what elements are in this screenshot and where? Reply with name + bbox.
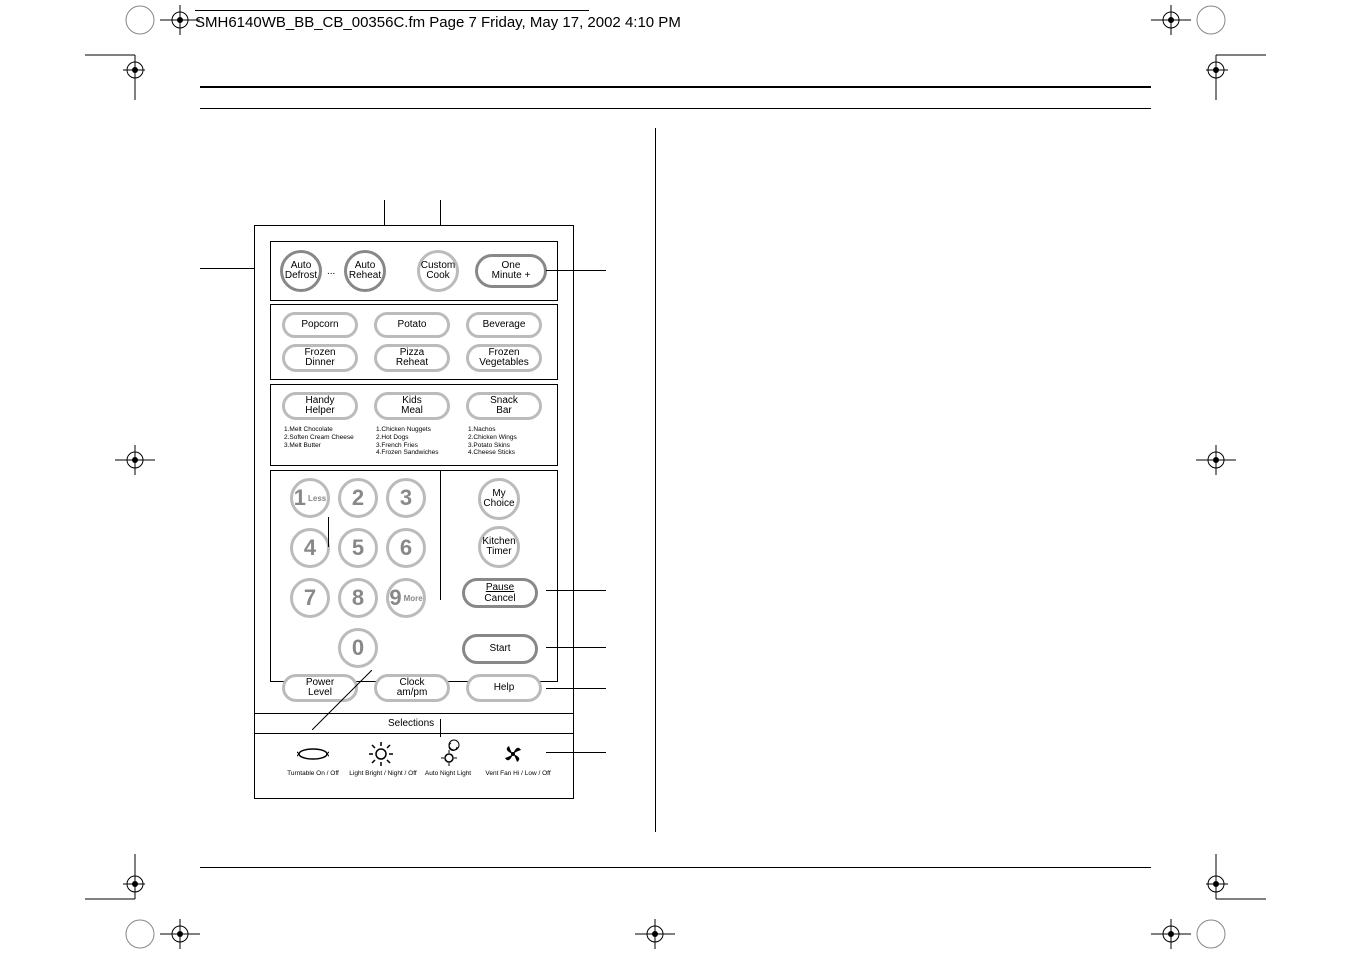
lead-1 [200, 268, 254, 269]
corner-mark-bl [85, 854, 145, 924]
key-0[interactable]: 0 [338, 628, 378, 668]
lead-v1 [328, 517, 329, 547]
clock-button[interactable]: Clockam/pm [374, 674, 450, 702]
crop-mark-br [1151, 919, 1191, 949]
frozen-dinner-button[interactable]: FrozenDinner [282, 344, 358, 372]
side-mark-r [1196, 445, 1236, 475]
auto-reheat-button[interactable]: AutoReheat [344, 250, 386, 292]
my-choice-button[interactable]: MyChoice [478, 478, 520, 520]
autonight-label: Auto Night Light [417, 770, 479, 777]
kids-meal-button[interactable]: KidsMeal [374, 392, 450, 420]
lead-3 [546, 590, 606, 591]
file-header-overline [195, 10, 589, 11]
start-button[interactable]: Start [462, 634, 538, 664]
snack-bar-button[interactable]: SnackBar [466, 392, 542, 420]
light-icon[interactable] [367, 740, 395, 768]
potato-button[interactable]: Potato [374, 312, 450, 338]
microwave-control-panel: AutoDefrost ... AutoReheat CustomCook On… [254, 225, 574, 799]
key-1[interactable]: 1Less [290, 478, 330, 518]
corner-mark-tl [85, 30, 145, 100]
lead-v4 [440, 536, 441, 596]
crop-mark-bl [160, 919, 200, 949]
auto-defrost-button[interactable]: AutoDefrost [280, 250, 322, 292]
turntable-label: Turntable On / Off [277, 770, 349, 777]
header-rule-thick [200, 86, 1151, 88]
corner-mark-br [1206, 854, 1266, 924]
turntable-icon[interactable] [297, 744, 329, 764]
lead-6 [546, 752, 606, 753]
auto-night-icon[interactable] [433, 738, 465, 768]
crop-mark-bc [635, 919, 675, 949]
file-header: SMH6140WB_BB_CB_00356C.fm Page 7 Friday,… [195, 14, 681, 31]
crop-mark-tr [1151, 5, 1191, 35]
custom-cook-button[interactable]: CustomCook [417, 250, 459, 292]
light-label: Light Bright / Night / Off [347, 770, 419, 777]
column-divider [655, 128, 656, 832]
lead-4 [546, 647, 606, 648]
footer-rule [200, 867, 1151, 868]
lead-v2 [384, 200, 385, 225]
lead-v3 [440, 200, 441, 225]
beverage-button[interactable]: Beverage [466, 312, 542, 338]
selections-label: Selections [388, 718, 434, 729]
header-rule-thin [200, 108, 1151, 109]
key-6[interactable]: 6 [386, 528, 426, 568]
key-9[interactable]: 9More [386, 578, 426, 618]
corner-mark-tr [1206, 30, 1266, 100]
crop-mark-tl [160, 5, 200, 35]
pause-cancel-button[interactable]: PauseCancel [462, 578, 538, 608]
kids-list: 1.Chicken Nuggets 2.Hot Dogs 3.French Fr… [376, 426, 439, 457]
handy-list: 1.Melt Chocolate 2.Soften Cream Cheese 3… [284, 426, 354, 449]
one-minute-button[interactable]: OneMinute + [475, 254, 547, 288]
pizza-reheat-button[interactable]: PizzaReheat [374, 344, 450, 372]
snack-list: 1.Nachos 2.Chicken Wings 3.Potato Skins … [468, 426, 517, 457]
lead-v5 [440, 719, 441, 737]
diag-lead [312, 670, 372, 730]
key-3[interactable]: 3 [386, 478, 426, 518]
key-8[interactable]: 8 [338, 578, 378, 618]
divider-selections-bot [255, 733, 573, 734]
handy-helper-button[interactable]: HandyHelper [282, 392, 358, 420]
help-button[interactable]: Help [466, 674, 542, 702]
lead-5 [546, 688, 606, 689]
side-mark-l [115, 445, 155, 475]
fan-icon[interactable] [501, 742, 525, 766]
frozen-veg-button[interactable]: FrozenVegetables [466, 344, 542, 372]
key-4[interactable]: 4 [290, 528, 330, 568]
divider-selections-top [255, 713, 573, 714]
lead-2 [546, 270, 606, 271]
key-7[interactable]: 7 [290, 578, 330, 618]
key-5[interactable]: 5 [338, 528, 378, 568]
key-2[interactable]: 2 [338, 478, 378, 518]
dots: ... [327, 266, 335, 277]
fan-label: Vent Fan Hi / Low / Off [479, 770, 557, 777]
popcorn-button[interactable]: Popcorn [282, 312, 358, 338]
kitchen-timer-button[interactable]: KitchenTimer [478, 526, 520, 568]
